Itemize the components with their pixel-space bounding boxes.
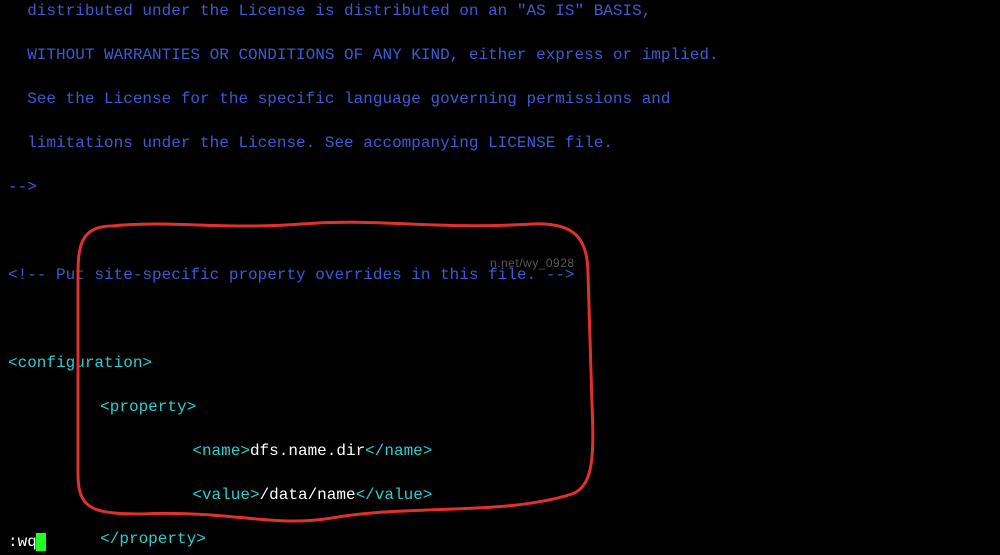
license-line-2: WITHOUT WARRANTIES OR CONDITIONS OF ANY … [8,46,719,64]
editor-content[interactable]: distributed under the License is distrib… [8,0,992,555]
tag-configuration-open: <configuration> [8,354,152,372]
tag-property-close: </property> [100,530,206,548]
comment-close: --> [8,178,37,196]
tag-property-open: <property> [100,398,196,416]
vi-command-line[interactable]: :wq [8,531,46,553]
license-line-3: See the License for the specific languag… [8,90,671,108]
tag-name-open: <name> [192,442,250,460]
prop1-name: dfs.name.dir [250,442,365,460]
terminal-editor[interactable]: distributed under the License is distrib… [0,0,1000,555]
vi-command-text: :wq [8,533,37,551]
cursor-icon [36,533,46,551]
tag-name-close: </name> [365,442,432,460]
watermark-text: n.net/wy_0928 [490,252,575,274]
prop1-value: /data/name [260,486,356,504]
tag-value-open: <value> [192,486,259,504]
license-line-4: limitations under the License. See accom… [8,134,613,152]
tag-value-close: </value> [356,486,433,504]
license-line-1: distributed under the License is distrib… [8,2,651,20]
